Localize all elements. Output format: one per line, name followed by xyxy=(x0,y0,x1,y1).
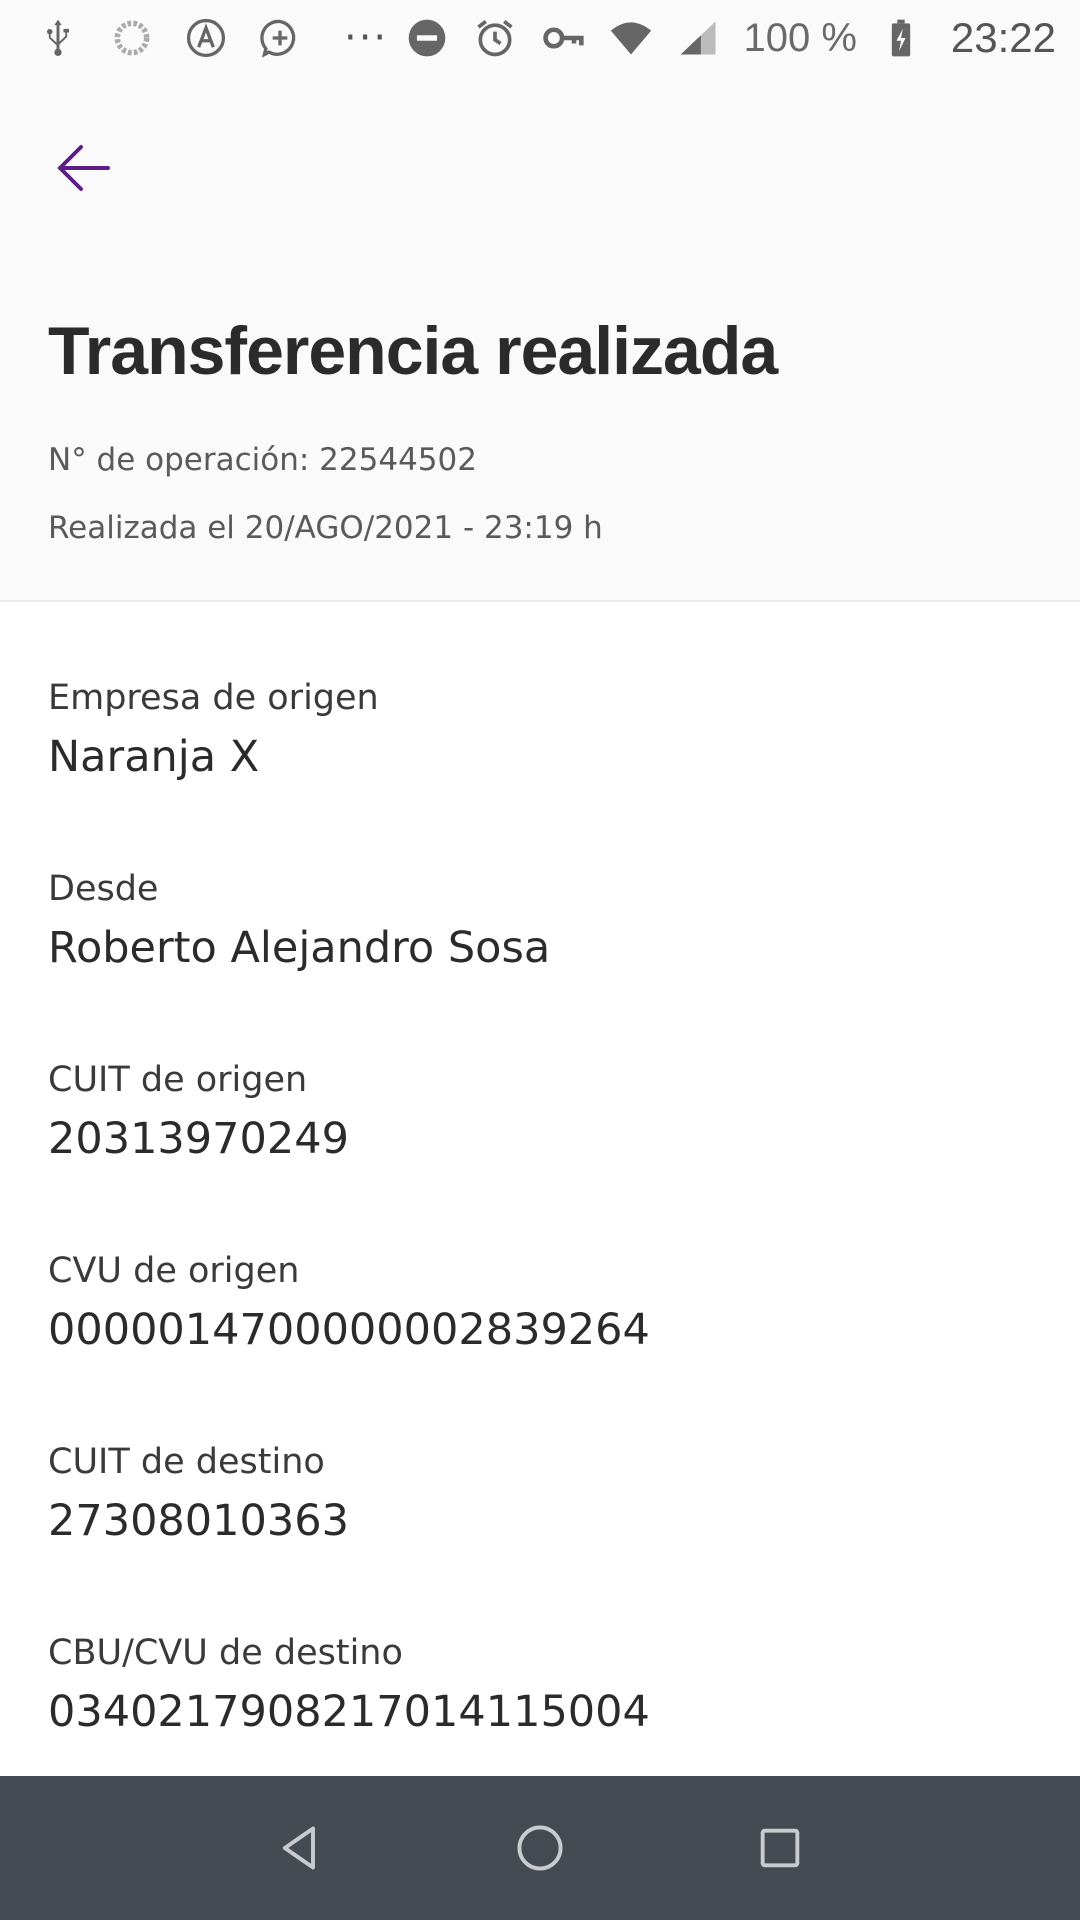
detail-value: 27308010363 xyxy=(48,1496,349,1546)
detail-destination-cbu: CBU/CVU de destino 034021790821701411500… xyxy=(48,1633,650,1737)
detail-origin-cuit: CUIT de origen 20313970249 xyxy=(48,1060,349,1164)
operation-number: N° de operación: 22544502 xyxy=(48,442,477,478)
detail-origin-company: Empresa de origen Naranja X xyxy=(48,678,379,782)
detail-value: 20313970249 xyxy=(48,1114,349,1164)
back-button[interactable] xyxy=(36,120,132,216)
detail-label: CUIT de destino xyxy=(48,1442,325,1482)
more-notifications-icon: ··· xyxy=(344,15,389,61)
loading-icon xyxy=(108,14,156,62)
key-icon xyxy=(539,14,587,62)
alarm-icon xyxy=(471,14,519,62)
navigation-bar xyxy=(0,1776,1080,1920)
page-title: Transferencia realizada xyxy=(48,313,778,389)
screen: ··· 100 % 23:22 Transferencia realizada … xyxy=(0,0,1080,1920)
detail-value: Naranja X xyxy=(48,732,260,782)
add-circle-icon xyxy=(256,14,304,62)
nav-recents-button[interactable] xyxy=(732,1800,828,1896)
square-recents-icon xyxy=(760,1828,800,1868)
status-icons-left: ··· xyxy=(34,14,402,62)
usb-icon xyxy=(34,14,82,62)
circle-home-icon xyxy=(517,1825,563,1871)
signal-icon xyxy=(675,14,723,62)
battery-percent: 100 % xyxy=(743,15,857,60)
detail-origin-cvu: CVU de origen 0000014700000002839264 xyxy=(48,1251,650,1355)
nav-back-button[interactable] xyxy=(252,1800,348,1896)
detail-destination-cuit: CUIT de destino 27308010363 xyxy=(48,1442,349,1546)
detail-value: 0340217908217014115004 xyxy=(48,1687,650,1737)
status-icons-right: 100 % 23:22 xyxy=(403,14,1056,62)
detail-label: CUIT de origen xyxy=(48,1060,308,1100)
status-time: 23:22 xyxy=(950,14,1056,61)
wifi-icon xyxy=(607,14,655,62)
operation-date: Realizada el 20/AGO/2021 - 23:19 h xyxy=(48,510,603,546)
header: Transferencia realizada N° de operación:… xyxy=(0,76,1080,602)
dnd-icon xyxy=(403,14,451,62)
detail-label: Empresa de origen xyxy=(48,678,379,718)
status-bar: ··· 100 % 23:22 xyxy=(0,0,1080,76)
detail-value: Roberto Alejandro Sosa xyxy=(48,923,551,973)
detail-label: Desde xyxy=(48,869,159,909)
detail-label: CVU de origen xyxy=(48,1251,300,1291)
triangle-back-icon xyxy=(282,1826,315,1870)
detail-label: CBU/CVU de destino xyxy=(48,1633,403,1673)
a-icon xyxy=(182,14,230,62)
detail-from: Desde Roberto Alejandro Sosa xyxy=(48,869,550,973)
detail-value: 0000014700000002839264 xyxy=(48,1305,650,1355)
transfer-details: Empresa de origen Naranja X Desde Robert… xyxy=(0,602,1080,1776)
battery-charging-icon xyxy=(877,14,925,62)
nav-home-button[interactable] xyxy=(492,1800,588,1896)
arrow-left-icon xyxy=(57,145,110,191)
